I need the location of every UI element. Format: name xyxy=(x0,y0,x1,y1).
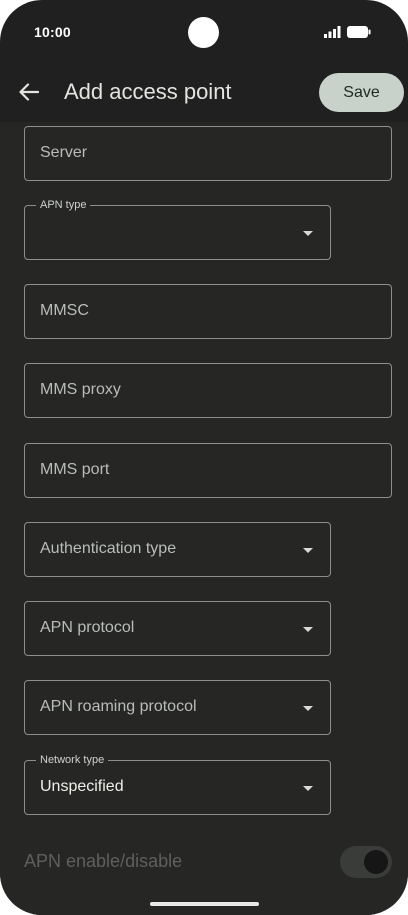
apn-enable-row: APN enable/disable xyxy=(24,846,392,878)
apn-roaming-protocol-dropdown[interactable]: APN roaming protocol xyxy=(24,680,331,735)
authentication-type-dropdown[interactable]: Authentication type xyxy=(24,522,331,577)
mmsc-placeholder: MMSC xyxy=(40,302,89,319)
dropdown-arrow-icon xyxy=(303,627,313,632)
home-indicator[interactable] xyxy=(150,902,259,906)
app-bar: Add access point Save xyxy=(0,64,408,122)
page-title: Add access point xyxy=(64,79,232,104)
apn-protocol-dropdown[interactable]: APN protocol xyxy=(24,601,331,656)
server-placeholder: Server xyxy=(40,144,88,161)
apn-protocol-placeholder: APN protocol xyxy=(40,619,135,636)
dropdown-arrow-icon xyxy=(303,786,313,791)
apn-enable-switch[interactable] xyxy=(340,846,392,878)
status-time: 10:00 xyxy=(34,24,71,40)
apn-type-dropdown[interactable]: APN type xyxy=(24,199,331,260)
mms-port-placeholder: MMS port xyxy=(40,461,110,478)
server-field[interactable]: Server xyxy=(24,126,392,181)
mmsc-field[interactable]: MMSC xyxy=(24,284,392,339)
front-camera-icon xyxy=(188,17,219,48)
status-bar: 10:00 xyxy=(0,0,408,64)
mms-proxy-field[interactable]: MMS proxy xyxy=(24,363,392,418)
dropdown-arrow-icon xyxy=(303,231,313,236)
apn-type-label: APN type xyxy=(36,199,91,212)
apn-roaming-protocol-placeholder: APN roaming protocol xyxy=(40,698,197,715)
mms-proxy-placeholder: MMS proxy xyxy=(40,381,121,398)
signal-icon xyxy=(324,26,341,38)
dropdown-arrow-icon xyxy=(303,706,313,711)
network-type-value: Unspecified xyxy=(40,778,124,795)
phone-screen: 10:00 Add access point Save Server APN t… xyxy=(0,0,408,915)
battery-icon xyxy=(347,26,371,38)
apn-enable-label: APN enable/disable xyxy=(24,851,183,871)
authentication-type-placeholder: Authentication type xyxy=(40,540,177,557)
back-arrow-icon[interactable] xyxy=(16,79,42,105)
save-button[interactable]: Save xyxy=(319,73,404,112)
dropdown-arrow-icon xyxy=(303,548,313,553)
mms-port-field[interactable]: MMS port xyxy=(24,443,392,498)
network-type-label: Network type xyxy=(36,754,109,767)
network-type-dropdown[interactable]: Network type Unspecified xyxy=(24,754,331,815)
switch-knob xyxy=(364,850,388,874)
apn-form: Server APN type MMSC MMS proxy MMS port … xyxy=(0,122,408,915)
